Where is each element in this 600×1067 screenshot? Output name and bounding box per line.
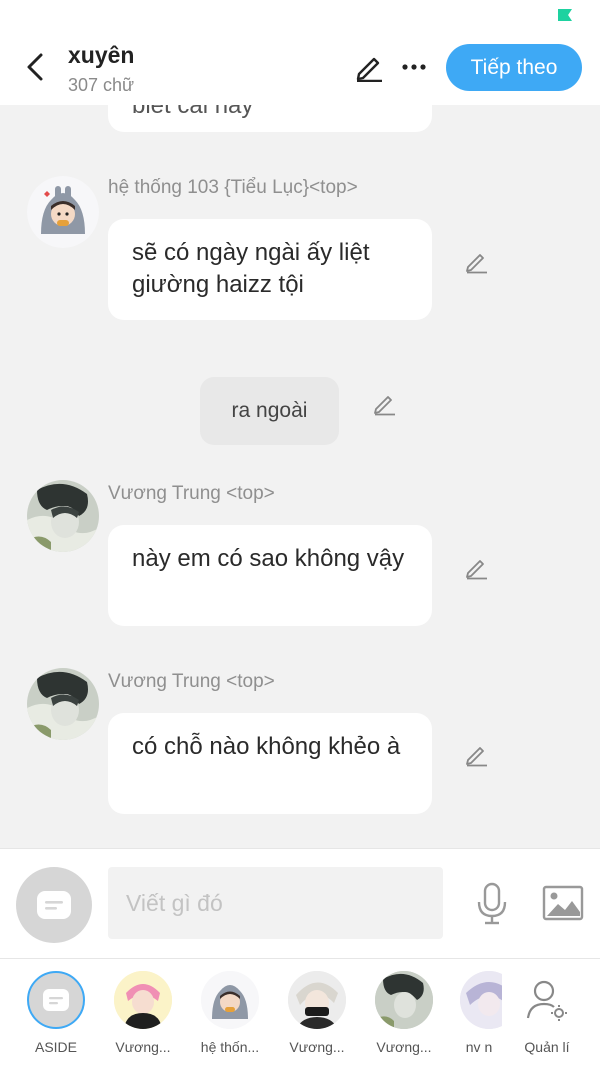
edit-message-button[interactable] (460, 738, 492, 770)
pencil-icon (374, 396, 395, 416)
character-label: Quản lí (524, 1039, 570, 1055)
message-text: có chỗ nào không khẻo à (132, 733, 401, 760)
aside-avatar (27, 971, 85, 1029)
next-button[interactable]: Tiếp theo (446, 44, 582, 91)
back-button[interactable] (20, 50, 50, 84)
character-aside[interactable]: ASIDE (18, 969, 94, 1059)
manage-avatar (518, 971, 576, 1029)
user-settings-icon (526, 980, 567, 1021)
edit-message-button[interactable] (460, 245, 492, 277)
sender-name: Vương Trung <top> (108, 671, 275, 692)
pencil-icon (466, 747, 487, 767)
character-vuong-2[interactable]: Vương... (279, 969, 355, 1059)
character-avatar (460, 971, 502, 1029)
avatar-he-thong[interactable] (27, 176, 99, 248)
narration-bubble[interactable]: ra ngoài (200, 377, 339, 445)
message-bubble[interactable]: có chỗ nào không khẻo à (108, 713, 432, 814)
character-label: Vương... (115, 1039, 171, 1055)
character-label: ASIDE (34, 1039, 77, 1055)
image-icon (542, 885, 584, 921)
manage-characters-button[interactable]: Quản lí (509, 969, 585, 1059)
message-bubble[interactable]: này em có sao không vậy (108, 525, 432, 626)
narration-text: ra ngoài (231, 399, 308, 422)
message-icon (43, 989, 69, 1011)
message-text: này em có sao không vậy (132, 545, 405, 572)
microphone-button[interactable] (470, 879, 514, 929)
character-nv[interactable]: nv n (440, 969, 502, 1059)
character-vuong-trung[interactable]: Vương... (366, 969, 442, 1059)
message-icon (37, 891, 71, 919)
message-input[interactable] (108, 867, 443, 939)
input-bar (0, 848, 600, 958)
character-label: nv n (465, 1039, 493, 1055)
page-title: xuyên (68, 42, 135, 68)
chevron-left-icon (27, 53, 43, 81)
sender-name: Vương Trung <top> (108, 483, 275, 504)
character-label: Vương... (376, 1039, 432, 1055)
microphone-icon (477, 882, 507, 925)
pencil-icon (466, 254, 487, 274)
character-vuong-1[interactable]: Vương... (105, 969, 181, 1059)
character-avatar (288, 971, 346, 1029)
image-button[interactable] (540, 882, 586, 924)
header: xuyên 307 chữ Tiếp theo (0, 30, 600, 105)
more-dots-icon (402, 64, 426, 70)
chat-area[interactable]: biết cái này hệ thống 103 {Tiểu Lục}<top… (0, 0, 600, 848)
edit-message-button[interactable] (368, 387, 400, 419)
character-label: Vương... (289, 1039, 345, 1055)
character-he-thong[interactable]: hệ thốn... (192, 969, 268, 1059)
character-avatar (375, 971, 433, 1029)
message-text: sẽ có ngày ngài ấy liệt giường haizz tội (132, 239, 370, 298)
character-avatar (201, 971, 259, 1029)
character-label: hệ thốn... (200, 1039, 260, 1055)
more-options-button[interactable] (398, 50, 430, 84)
message-bubble[interactable]: sẽ có ngày ngài ấy liệt giường haizz tội (108, 219, 432, 320)
pencil-icon (466, 560, 487, 580)
character-bar: ASIDE Vương... hệ thốn... Vương... Vương… (0, 958, 600, 1067)
edit-message-button[interactable] (460, 551, 492, 583)
pencil-icon (356, 57, 382, 82)
character-avatar (114, 971, 172, 1029)
edit-story-button[interactable] (352, 50, 386, 84)
sender-name: hệ thống 103 {Tiểu Lục}<top> (108, 177, 358, 198)
word-count: 307 chữ (68, 75, 135, 95)
aside-toggle-button[interactable] (16, 867, 92, 943)
avatar-vuong-trung[interactable] (27, 480, 99, 552)
avatar-vuong-trung[interactable] (27, 668, 99, 740)
